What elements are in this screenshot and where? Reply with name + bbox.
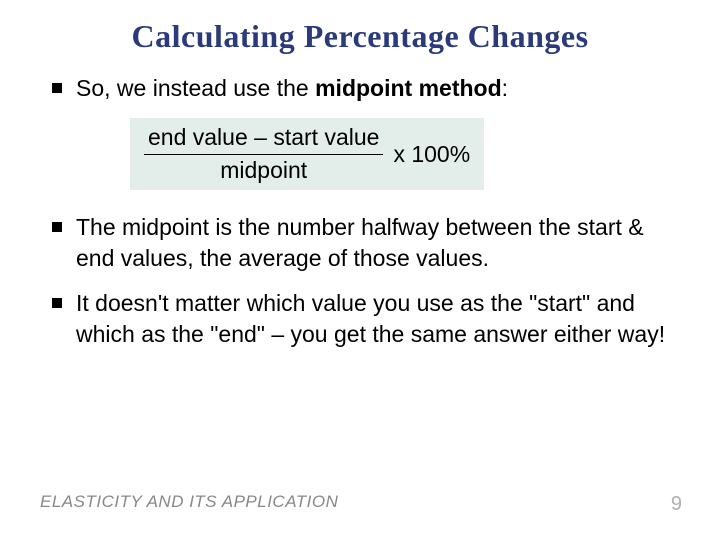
bullet-marker-icon bbox=[52, 222, 62, 232]
footer-label: ELASTICITY AND ITS APPLICATION bbox=[40, 492, 338, 512]
bullet-item-1: So, we instead use the midpoint method: bbox=[52, 73, 680, 104]
bullet-item-3: It doesn't matter which value you use as… bbox=[52, 288, 680, 350]
bullet-text: It doesn't matter which value you use as… bbox=[76, 288, 680, 350]
formula-box: end value – start value midpoint x 100% bbox=[130, 118, 484, 190]
fraction: end value – start value midpoint bbox=[144, 124, 383, 184]
bullet-marker-icon bbox=[52, 83, 62, 93]
bullet-item-2: The midpoint is the number halfway betwe… bbox=[52, 212, 680, 274]
bullet-text: So, we instead use the midpoint method: bbox=[76, 73, 508, 104]
bullet-text: The midpoint is the number halfway betwe… bbox=[76, 212, 680, 274]
bullet-1-post: : bbox=[502, 75, 508, 101]
slide: Calculating Percentage Changes So, we in… bbox=[0, 0, 720, 540]
page-title: Calculating Percentage Changes bbox=[40, 18, 680, 55]
fraction-numerator: end value – start value bbox=[144, 124, 383, 155]
bullet-marker-icon bbox=[52, 298, 62, 308]
fraction-denominator: midpoint bbox=[220, 155, 307, 185]
formula-suffix: x 100% bbox=[393, 141, 470, 168]
bullet-1-pre: So, we instead use the bbox=[76, 75, 315, 101]
page-number: 9 bbox=[671, 493, 682, 516]
bullet-1-bold: midpoint method bbox=[315, 75, 502, 101]
